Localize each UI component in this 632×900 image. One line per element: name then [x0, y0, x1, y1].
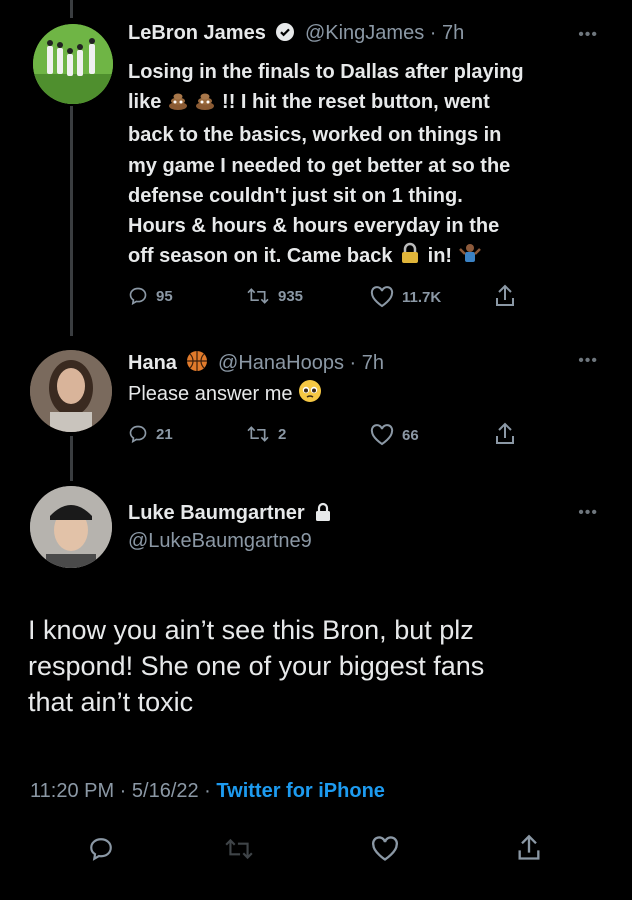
tweet-time[interactable]: · 7h — [350, 352, 384, 374]
reply-icon — [90, 838, 112, 861]
text-line: back to the basics, worked on things in — [128, 124, 502, 147]
text-line: Hours & hours & hours everyday in the — [128, 215, 500, 238]
text-fragment: like — [128, 91, 162, 114]
source-link[interactable]: Twitter for iPhone — [216, 780, 385, 802]
more-icon[interactable]: ••• — [578, 26, 598, 44]
reply-icon — [129, 425, 147, 444]
avatar[interactable] — [30, 486, 112, 568]
text-fragment: !! I hit the reset button, went — [222, 91, 490, 114]
retweet-count: 935 — [278, 287, 304, 305]
shrug-emoji-icon — [458, 241, 482, 274]
heart-icon — [372, 836, 398, 861]
reply-button[interactable] — [88, 836, 114, 867]
lock-icon — [314, 502, 332, 528]
tweet-text: Losing in the finals to Dallas after pla… — [128, 57, 608, 274]
text-line: that ain’t toxic — [28, 687, 194, 717]
like-button[interactable] — [371, 836, 399, 867]
text-fragment: off season on it. Came back — [128, 245, 393, 268]
reply-button[interactable]: 21 — [128, 424, 173, 444]
lock-emoji-icon — [398, 241, 422, 274]
retweet-count: 2 — [278, 425, 287, 443]
poop-emoji-icon — [167, 89, 189, 120]
thread-line — [70, 436, 73, 481]
handle[interactable]: @HanaHoops — [218, 352, 344, 374]
text-fragment: Please answer me — [128, 383, 293, 405]
text-line: off season on it. Came back in! — [128, 241, 608, 274]
display-name[interactable]: Hana — [128, 352, 177, 374]
handle[interactable]: @LukeBaumgartne9 — [128, 530, 312, 553]
thread-line — [70, 0, 73, 18]
retweet-icon — [247, 426, 269, 442]
text-line: defense couldn't just sit on 1 thing. — [128, 184, 463, 207]
basketball-icon — [186, 350, 208, 378]
tweet-time[interactable]: · 7h — [430, 22, 464, 44]
retweet-button[interactable]: 935 — [246, 286, 303, 306]
retweet-button[interactable] — [224, 836, 254, 867]
display-name[interactable]: Luke Baumgartner — [128, 502, 305, 524]
share-icon — [518, 834, 540, 860]
heart-icon — [370, 286, 394, 308]
heart-icon — [370, 424, 394, 446]
share-icon — [496, 422, 514, 444]
like-button[interactable]: 66 — [370, 424, 419, 446]
tweet-header: LeBron James @KingJames · 7h — [128, 22, 464, 48]
text-line: Losing in the finals to Dallas after pla… — [128, 61, 524, 83]
more-icon[interactable]: ••• — [578, 504, 598, 522]
retweet-icon — [225, 838, 253, 860]
tweet-header: Luke Baumgartner — [128, 502, 332, 528]
display-name[interactable]: LeBron James — [128, 22, 266, 44]
tweet-text: I know you ain’t see this Bron, but plz … — [28, 612, 618, 720]
text-fragment: in! — [427, 245, 453, 268]
tweet-header: Hana @HanaHoops · 7h — [128, 350, 384, 378]
reply-button[interactable]: 95 — [128, 286, 173, 306]
verified-badge-icon — [275, 22, 295, 48]
reply-count: 95 — [156, 287, 173, 305]
share-icon — [496, 284, 514, 306]
like-count: 11.7K — [402, 288, 442, 306]
more-icon[interactable]: ••• — [578, 352, 598, 370]
avatar[interactable] — [30, 350, 112, 432]
like-count: 66 — [402, 426, 419, 444]
share-button[interactable] — [494, 422, 516, 446]
reply-count: 21 — [156, 425, 173, 443]
text-line: my game I needed to get better at so the — [128, 154, 511, 177]
thread-line — [70, 106, 73, 336]
pleading-face-emoji-icon — [298, 379, 322, 412]
retweet-icon — [247, 288, 269, 304]
text-line: respond! She one of your biggest fans — [28, 651, 485, 681]
avatar[interactable] — [33, 24, 113, 104]
tweet-meta: 11:20 PM · 5/16/22 · Twitter for iPhone — [30, 780, 385, 803]
like-button[interactable]: 11.7K — [370, 286, 441, 308]
share-button[interactable] — [494, 284, 516, 308]
text-line: I know you ain’t see this Bron, but plz — [28, 615, 474, 645]
retweet-button[interactable]: 2 — [246, 424, 286, 444]
timestamp[interactable]: 11:20 PM · 5/16/22 · — [30, 780, 216, 802]
handle[interactable]: @KingJames — [305, 22, 424, 44]
text-line: like !! I hit the reset button, went — [128, 87, 608, 120]
share-button[interactable] — [516, 834, 542, 867]
reply-icon — [129, 287, 147, 306]
tweet-text: Please answer me — [128, 379, 322, 412]
poop-emoji-icon — [194, 89, 216, 120]
